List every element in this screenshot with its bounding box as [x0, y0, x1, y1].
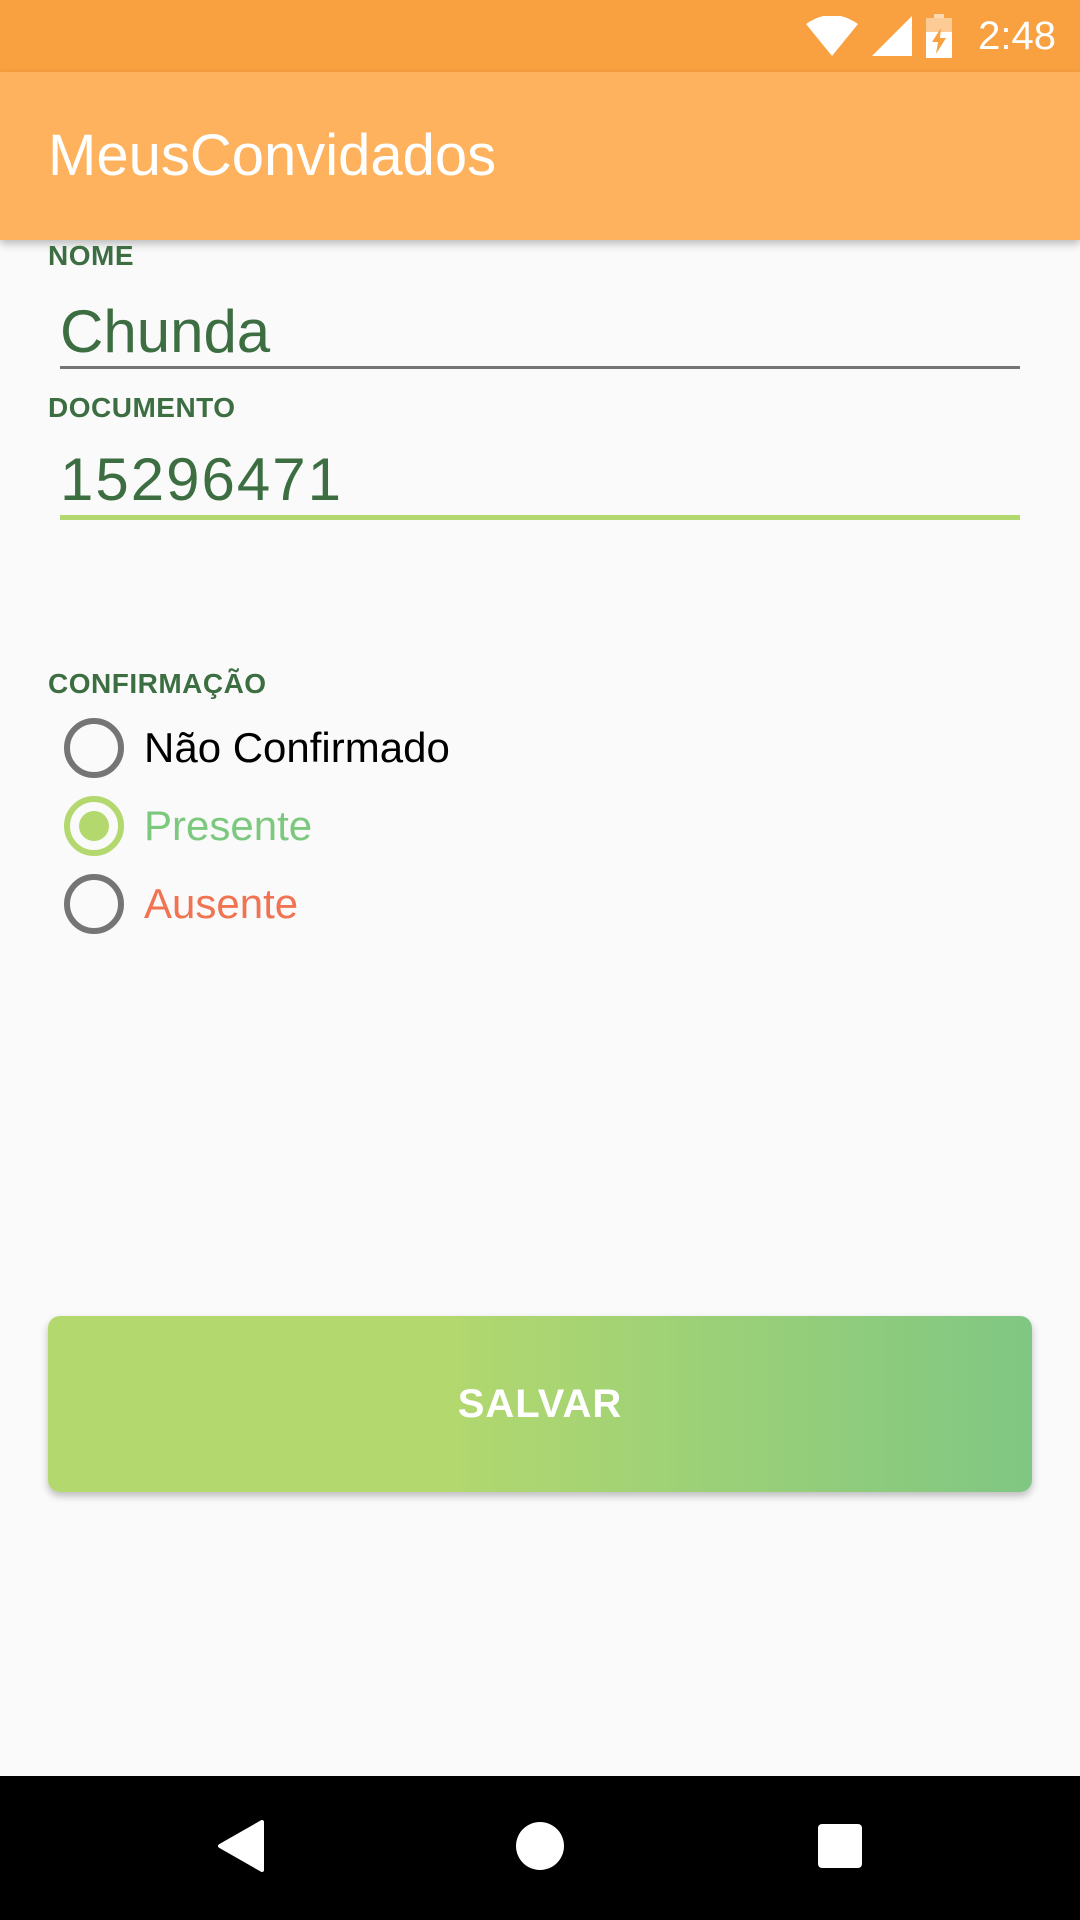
navigation-bar — [0, 1776, 1080, 1920]
radio-label-presente: Presente — [144, 802, 313, 849]
radio-label-nao-confirmado: Não Confirmado — [144, 724, 450, 771]
home-icon — [515, 1821, 565, 1875]
document-underline — [60, 515, 1020, 520]
cell-signal-icon — [872, 16, 913, 56]
recents-button[interactable] — [768, 1776, 912, 1920]
radio-label-ausente: Ausente — [144, 880, 299, 927]
back-button[interactable] — [168, 1776, 312, 1920]
radio-dot — [79, 811, 109, 841]
radio-presente[interactable]: Presente — [64, 794, 312, 858]
battery-charging-icon — [926, 14, 953, 58]
radio-ausente[interactable]: Ausente — [64, 872, 298, 936]
name-value: Chunda — [60, 298, 271, 365]
document-label: DOCUMENTO — [48, 392, 236, 423]
wifi-icon — [806, 16, 859, 56]
recents-icon — [817, 1823, 863, 1873]
radio-button-unchecked[interactable] — [64, 718, 124, 778]
document-field[interactable]: 15296471 — [60, 440, 1020, 520]
name-underline — [60, 366, 1020, 369]
radio-button-checked[interactable] — [64, 796, 124, 856]
back-icon — [216, 1820, 264, 1876]
confirmation-label: CONFIRMAÇÃO — [48, 668, 267, 699]
home-button[interactable] — [468, 1776, 612, 1920]
status-bar: 2:48 — [0, 0, 1080, 72]
name-label: NOME — [48, 240, 134, 271]
radio-nao-confirmado[interactable]: Não Confirmado — [64, 716, 450, 780]
name-field[interactable]: Chunda — [60, 292, 1020, 369]
status-clock: 2:48 — [978, 13, 1056, 58]
guest-form: NOME Chunda DOCUMENTO 15296471 CONFIRMAÇ… — [0, 240, 1080, 1776]
app-title: MeusConvidados — [48, 123, 497, 188]
app-bar: MeusConvidados — [0, 72, 1080, 240]
document-value: 15296471 — [60, 446, 343, 513]
status-icons: 2:48 — [806, 0, 1056, 72]
save-button-label: SALVAR — [457, 1381, 623, 1426]
radio-button-unchecked[interactable] — [64, 874, 124, 934]
save-button[interactable]: SALVAR — [48, 1316, 1032, 1492]
